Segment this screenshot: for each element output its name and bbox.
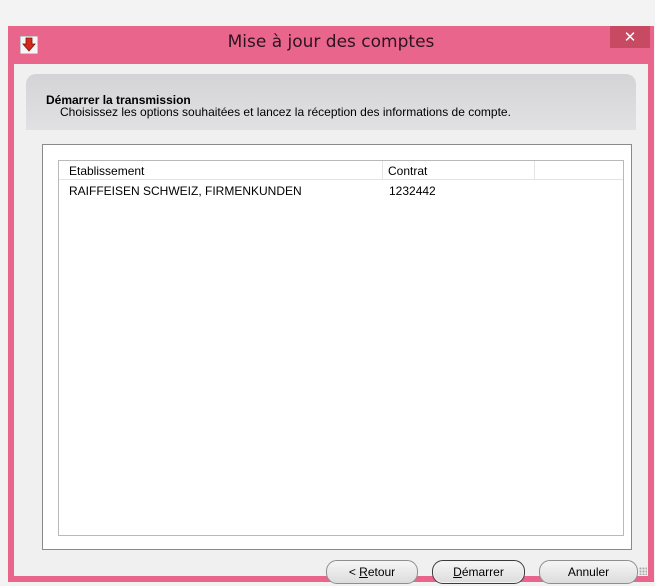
table-row[interactable]: RAIFFEISEN SCHWEIZ, FIRMENKUNDEN 1232442 [59, 184, 623, 200]
column-header-etablissement[interactable]: Etablissement [69, 164, 144, 178]
dialog-window: Mise à jour des comptes ✕ Démarrer la tr… [8, 26, 654, 584]
title-bar[interactable]: Mise à jour des comptes ✕ [8, 26, 654, 64]
close-icon[interactable]: ✕ [610, 26, 650, 48]
cell-contrat: 1232442 [389, 184, 436, 198]
column-header-row: Etablissement Contrat [59, 161, 623, 180]
column-divider[interactable] [534, 161, 535, 179]
start-button[interactable]: Démarrer [432, 560, 525, 584]
column-header-contrat[interactable]: Contrat [388, 164, 427, 178]
column-divider[interactable] [382, 161, 383, 179]
cell-etablissement: RAIFFEISEN SCHWEIZ, FIRMENKUNDEN [69, 184, 302, 198]
window-title: Mise à jour des comptes [227, 32, 435, 52]
header-subtitle: Choisissez les options souhaitées et lan… [60, 105, 511, 119]
dialog-client-area: Démarrer la transmission Choisissez les … [14, 64, 648, 584]
accounts-list[interactable]: Etablissement Contrat RAIFFEISEN SCHWEIZ… [58, 160, 624, 536]
header-panel: Démarrer la transmission Choisissez les … [26, 74, 636, 130]
resize-grip-icon[interactable] [639, 567, 647, 575]
list-frame: Etablissement Contrat RAIFFEISEN SCHWEIZ… [42, 144, 632, 550]
back-button[interactable]: < Retour [326, 560, 418, 584]
cancel-button[interactable]: Annuler [539, 560, 638, 584]
